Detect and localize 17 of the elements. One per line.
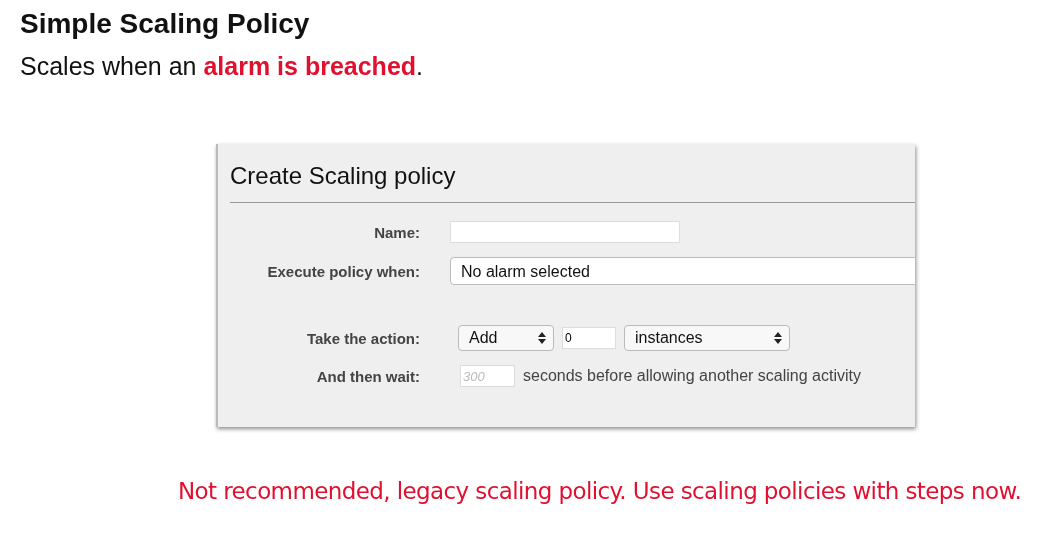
- field-label: And then wait:: [316, 367, 420, 385]
- name-field[interactable]: [450, 221, 680, 243]
- slide-subtitle: Scales when an alarm is breached.: [20, 52, 424, 81]
- unit-dropdown[interactable]: instances: [624, 325, 790, 351]
- dialog-title: Create Scaling policy: [229, 161, 456, 191]
- stepper-icon: [774, 332, 782, 344]
- stepper-icon: [538, 332, 546, 344]
- alarm-dropdown[interactable]: No alarm selected: [450, 257, 915, 285]
- field-label: Name:: [374, 223, 420, 241]
- wait-field[interactable]: 300: [460, 365, 515, 387]
- slide-title: Simple Scaling Policy: [19, 7, 310, 40]
- amount-field[interactable]: 0: [562, 327, 616, 349]
- field-hint: seconds before allowing another scaling activity: [523, 367, 861, 385]
- operation-dropdown[interactable]: Add: [458, 325, 554, 351]
- note-text: Not recommended, legacy scaling policy. Use scaling policies with steps now.: [178, 478, 1022, 504]
- field-label: Take the action:: [306, 329, 420, 347]
- field-label: Execute policy when:: [267, 262, 420, 280]
